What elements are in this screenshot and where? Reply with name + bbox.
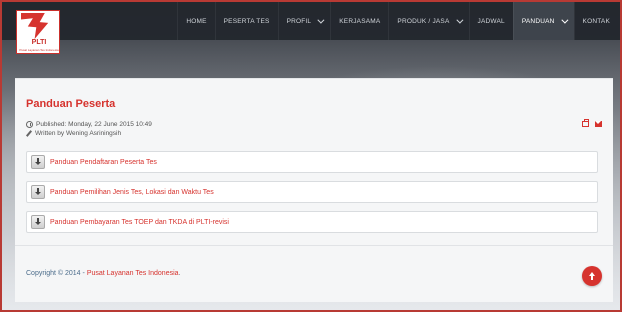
nav-label: PRODUK / JASA: [397, 17, 450, 25]
nav-label: JADWAL: [477, 17, 505, 25]
nav-item-produk-jasa[interactable]: PRODUK / JASA: [388, 2, 468, 40]
page-title: Panduan Peserta: [26, 98, 116, 110]
article-actions: [582, 119, 602, 127]
nav-label: HOME: [186, 17, 207, 25]
logo-mark-icon: [21, 13, 49, 39]
nav-item-kerjasama[interactable]: KERJASAMA: [330, 2, 388, 40]
print-icon[interactable]: [582, 119, 589, 127]
nav-label: KERJASAMA: [339, 17, 381, 25]
site-logo[interactable]: PLTI Pusat Layanan Tes Indonesia: [16, 10, 60, 54]
nav-label: PANDUAN: [521, 17, 555, 25]
copyright-prefix: Copyright © 2014 -: [26, 270, 87, 277]
download-icon[interactable]: [31, 155, 45, 169]
page-footer: Copyright © 2014 - Pusat Layanan Tes Ind…: [15, 245, 613, 302]
published-text: Published: Monday, 22 June 2015 10:49: [36, 121, 152, 128]
download-icon[interactable]: [31, 185, 45, 199]
pencil-icon: [25, 130, 33, 137]
copyright-text: Copyright © 2014 - Pusat Layanan Tes Ind…: [26, 270, 180, 277]
chevron-down-icon: [317, 16, 325, 24]
clock-icon: [26, 121, 33, 128]
author-line: Written by Wening Asriningsih: [25, 130, 122, 137]
published-date: Published: Monday, 22 June 2015 10:49: [26, 121, 152, 128]
nav-item-home[interactable]: HOME: [177, 2, 214, 40]
chevron-down-icon: [455, 16, 463, 24]
author-text: Written by Wening Asriningsih: [35, 130, 122, 137]
nav-item-peserta-tes[interactable]: PESERTA TES: [214, 2, 278, 40]
nav-label: KONTAK: [582, 17, 610, 25]
nav-item-kontak[interactable]: KONTAK: [573, 2, 618, 40]
email-icon[interactable]: [595, 121, 602, 127]
article-panel: Panduan Peserta Published: Monday, 22 Ju…: [15, 78, 613, 246]
main-menu: HOME PESERTA TES PROFIL KERJASAMA PRODUK…: [177, 2, 618, 40]
browser-frame: HOME PESERTA TES PROFIL KERJASAMA PRODUK…: [0, 0, 622, 312]
nav-label: PESERTA TES: [223, 17, 270, 25]
document-list: Panduan Pendaftaran Peserta Tes Panduan …: [26, 151, 598, 241]
arrow-up-shaft: [591, 275, 593, 280]
copyright-link[interactable]: Pusat Layanan Tes Indonesia: [87, 270, 179, 277]
list-item[interactable]: Panduan Pendaftaran Peserta Tes: [26, 151, 598, 173]
nav-item-profil[interactable]: PROFIL: [277, 2, 331, 40]
top-navbar: HOME PESERTA TES PROFIL KERJASAMA PRODUK…: [2, 2, 620, 40]
list-item[interactable]: Panduan Pemilihan Jenis Tes, Lokasi dan …: [26, 181, 598, 203]
download-icon[interactable]: [31, 215, 45, 229]
document-link[interactable]: Panduan Pendaftaran Peserta Tes: [50, 159, 157, 166]
nav-item-panduan[interactable]: PANDUAN: [512, 2, 574, 40]
back-to-top-button[interactable]: [582, 266, 602, 286]
list-item[interactable]: Panduan Pembayaran Tes TOEP dan TKDA di …: [26, 211, 598, 233]
document-link[interactable]: Panduan Pembayaran Tes TOEP dan TKDA di …: [50, 219, 229, 226]
document-link[interactable]: Panduan Pemilihan Jenis Tes, Lokasi dan …: [50, 189, 214, 196]
copyright-suffix: .: [178, 270, 181, 277]
logo-text: PLTI: [31, 39, 47, 46]
nav-label: PROFIL: [286, 17, 312, 25]
nav-item-jadwal[interactable]: JADWAL: [468, 2, 513, 40]
chevron-down-icon: [560, 16, 568, 24]
logo-subtext: Pusat Layanan Tes Indonesia: [19, 48, 59, 52]
